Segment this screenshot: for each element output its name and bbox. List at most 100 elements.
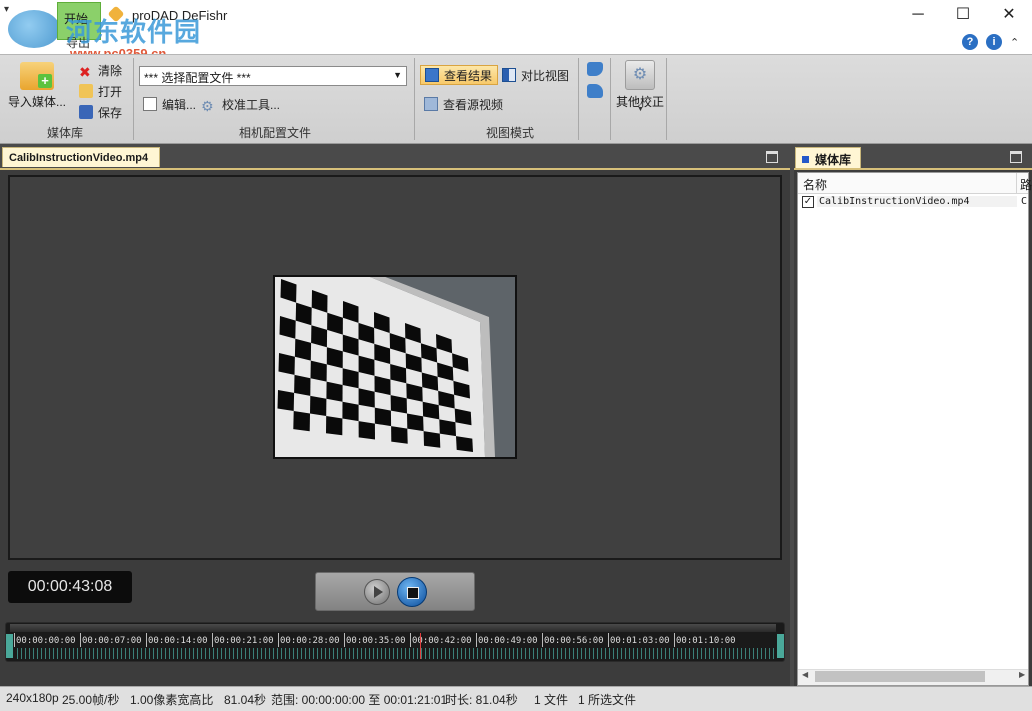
timeline-tick-label: 00:00:35:00 bbox=[346, 636, 406, 646]
status-length: 时长: 81.04秒 bbox=[445, 693, 518, 707]
view-source-label: 查看源视频 bbox=[443, 98, 504, 112]
watermark-site-name: 河东软件园 bbox=[66, 17, 202, 47]
quick-access-dropdown-icon[interactable]: ▾ bbox=[4, 4, 9, 15]
checker-square bbox=[456, 436, 473, 452]
timeline-tick-label: 00:00:00:00 bbox=[16, 636, 76, 646]
checker-square bbox=[407, 413, 424, 432]
checker-square bbox=[277, 390, 295, 411]
ribbon-separator bbox=[610, 58, 611, 140]
stop-button[interactable] bbox=[397, 577, 427, 607]
redo-icon[interactable] bbox=[587, 84, 603, 98]
split-view-icon bbox=[502, 68, 516, 82]
column-divider[interactable] bbox=[1016, 173, 1017, 193]
list-item-filename[interactable]: CalibInstructionVideo.mp4 bbox=[817, 196, 1017, 207]
checker-square bbox=[423, 431, 441, 448]
timeline-tick-mark bbox=[410, 633, 411, 647]
checker-square bbox=[374, 407, 392, 427]
timeline-tick-mark bbox=[278, 633, 279, 647]
file-checkbox[interactable]: ✓ bbox=[802, 196, 814, 208]
camera-profile-select[interactable]: *** 选择配置文件 *** ▼ bbox=[139, 66, 407, 86]
transport-controls bbox=[315, 572, 475, 611]
save-button[interactable]: 保存 bbox=[79, 104, 122, 121]
timeline-tick-label: 00:00:49:00 bbox=[478, 636, 538, 646]
panel-square-icon bbox=[802, 156, 809, 163]
checker-square bbox=[310, 395, 327, 416]
edit-pencil-icon bbox=[143, 97, 157, 111]
minimize-button[interactable]: ─ bbox=[895, 0, 941, 30]
clear-button[interactable]: ✖ 清除 bbox=[79, 62, 123, 80]
checker-square bbox=[358, 421, 375, 440]
timeline-tick-label: 00:00:21:00 bbox=[214, 636, 274, 646]
ribbon-separator bbox=[414, 58, 415, 140]
timeline-tick-mark bbox=[674, 633, 675, 647]
add-icon: + bbox=[38, 74, 52, 88]
compare-view-label: 对比视图 bbox=[521, 69, 570, 83]
timeline-ruler bbox=[10, 624, 776, 632]
collapse-ribbon-icon[interactable]: ⌃ bbox=[1010, 36, 1019, 49]
timeline-tick-mark bbox=[212, 633, 213, 647]
checker-square bbox=[294, 374, 311, 396]
view-source-button[interactable]: 查看源视频 bbox=[424, 96, 503, 113]
edit-profile-button[interactable]: 编辑... bbox=[143, 96, 196, 113]
scroll-left-icon[interactable]: ◀ bbox=[802, 670, 808, 679]
media-group-label: 媒体库 bbox=[46, 126, 83, 140]
help-icon[interactable]: ? bbox=[962, 34, 978, 50]
calibration-label: 校准工具... bbox=[222, 98, 281, 112]
list-item-path[interactable]: C bbox=[1021, 196, 1027, 207]
status-duration: 81.04秒 bbox=[224, 693, 267, 707]
list-header bbox=[798, 173, 1028, 194]
info-icon[interactable]: i bbox=[986, 34, 1002, 50]
timeline-track[interactable] bbox=[14, 648, 776, 659]
tab-video-file[interactable]: CalibInstructionVideo.mp4 bbox=[2, 147, 160, 167]
import-media-button[interactable]: 导入媒体... bbox=[8, 93, 66, 110]
clear-x-icon: ✖ bbox=[79, 64, 91, 80]
save-label: 保存 bbox=[98, 106, 123, 120]
timeline-tick-label: 00:01:03:00 bbox=[610, 636, 670, 646]
view-result-button[interactable]: 查看结果 bbox=[420, 65, 499, 85]
open-button[interactable]: 打开 bbox=[79, 83, 122, 100]
scroll-right-icon[interactable]: ▶ bbox=[1019, 670, 1025, 679]
view-result-label: 查看结果 bbox=[444, 69, 493, 83]
status-aspect: 1.00像素宽高比 bbox=[130, 693, 214, 707]
column-header-path[interactable]: 路 bbox=[1020, 176, 1032, 193]
status-selected-count: 1 所选文件 bbox=[578, 693, 637, 707]
status-resolution: 240x180p bbox=[6, 691, 59, 705]
watermark-logo-icon bbox=[8, 10, 60, 48]
calibration-tool-button[interactable]: ⚙ 校准工具... bbox=[201, 96, 281, 114]
media-library-tab-label: 媒体库 bbox=[815, 153, 852, 167]
range-end-handle[interactable] bbox=[777, 634, 784, 658]
save-disk-icon bbox=[79, 105, 93, 119]
tab-media-library[interactable]: 媒体库 bbox=[795, 147, 861, 168]
open-label: 打开 bbox=[98, 85, 123, 99]
chevron-down-icon[interactable]: ▼ bbox=[637, 106, 644, 113]
gear-icon: ⚙ bbox=[201, 98, 214, 114]
other-calibration-gear-icon[interactable]: ⚙ bbox=[625, 60, 655, 90]
timeline-tick-label: 00:00:28:00 bbox=[280, 636, 340, 646]
play-button[interactable] bbox=[364, 579, 390, 605]
range-start-handle[interactable] bbox=[6, 634, 13, 658]
clear-label: 清除 bbox=[98, 64, 123, 78]
column-header-name[interactable]: 名称 bbox=[803, 176, 827, 193]
monitor-icon bbox=[425, 68, 439, 82]
checker-square bbox=[391, 426, 408, 444]
close-button[interactable]: ✕ bbox=[986, 0, 1032, 30]
timeline-tick-mark bbox=[608, 633, 609, 647]
ribbon-separator bbox=[666, 58, 667, 140]
maximize-button[interactable]: ☐ bbox=[940, 0, 986, 30]
compare-view-button[interactable]: 对比视图 bbox=[502, 67, 569, 84]
scrollbar-thumb[interactable] bbox=[815, 671, 985, 682]
checker-square bbox=[293, 411, 310, 432]
chevron-down-icon: ▼ bbox=[393, 70, 402, 80]
status-fps: 25.00帧/秒 bbox=[62, 693, 120, 707]
camera-profile-value: *** 选择配置文件 *** bbox=[144, 71, 251, 85]
timeline-tick-label: 00:00:14:00 bbox=[148, 636, 208, 646]
checkerboard-frame bbox=[275, 277, 515, 457]
timeline-tick-mark bbox=[14, 633, 15, 647]
checker-square bbox=[278, 353, 295, 375]
media-library-list[interactable] bbox=[797, 172, 1029, 686]
maximize-panel-icon[interactable] bbox=[766, 151, 778, 163]
playhead-marker[interactable] bbox=[420, 633, 421, 659]
timeline-tick-label: 00:00:07:00 bbox=[82, 636, 142, 646]
edit-label: 编辑... bbox=[162, 98, 197, 112]
maximize-panel-icon[interactable] bbox=[1010, 151, 1022, 163]
